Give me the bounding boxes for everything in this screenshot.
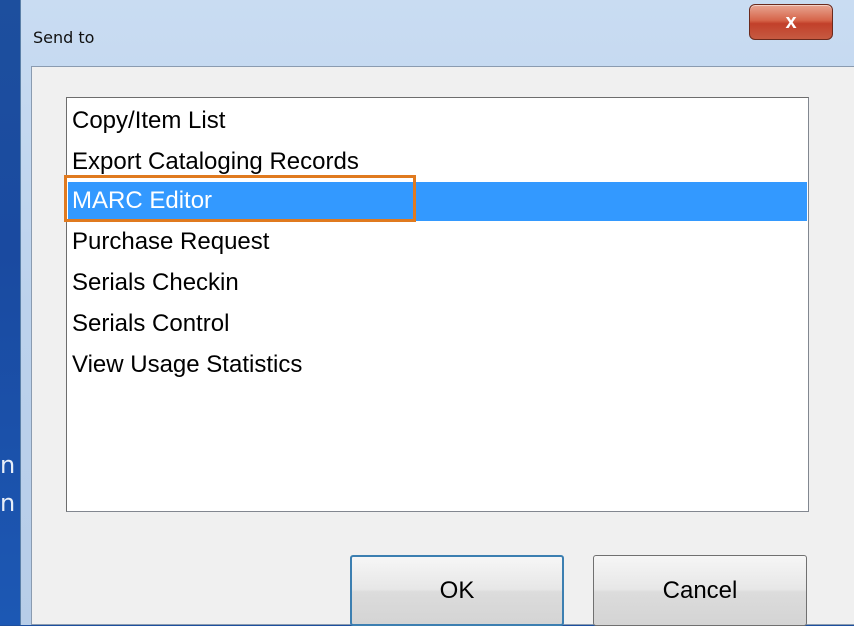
- destination-listbox[interactable]: Copy/Item List Export Cataloging Records…: [66, 97, 809, 512]
- list-item-view-usage-statistics[interactable]: View Usage Statistics: [68, 346, 807, 385]
- title-bar[interactable]: Send to x: [21, 0, 854, 60]
- list-item-serials-checkin[interactable]: Serials Checkin: [68, 264, 807, 303]
- dialog-client-area: Copy/Item List Export Cataloging Records…: [31, 66, 854, 626]
- list-item-serials-control[interactable]: Serials Control: [68, 305, 807, 344]
- background-text-1: n: [0, 451, 16, 479]
- dialog-title: Send to: [33, 28, 95, 47]
- background-text-2: n: [0, 489, 16, 517]
- list-item-purchase-request[interactable]: Purchase Request: [68, 223, 807, 262]
- list-item-marc-editor[interactable]: MARC Editor: [68, 182, 807, 221]
- cancel-button[interactable]: Cancel: [593, 555, 807, 626]
- list-item-copy-item-list[interactable]: Copy/Item List: [68, 102, 807, 141]
- ok-button[interactable]: OK: [350, 555, 564, 626]
- send-to-dialog: Send to x Copy/Item List Export Catalogi…: [20, 0, 854, 626]
- close-icon: x: [785, 10, 797, 33]
- list-item-export-cataloging-records[interactable]: Export Cataloging Records: [68, 143, 807, 182]
- close-button[interactable]: x: [749, 4, 833, 40]
